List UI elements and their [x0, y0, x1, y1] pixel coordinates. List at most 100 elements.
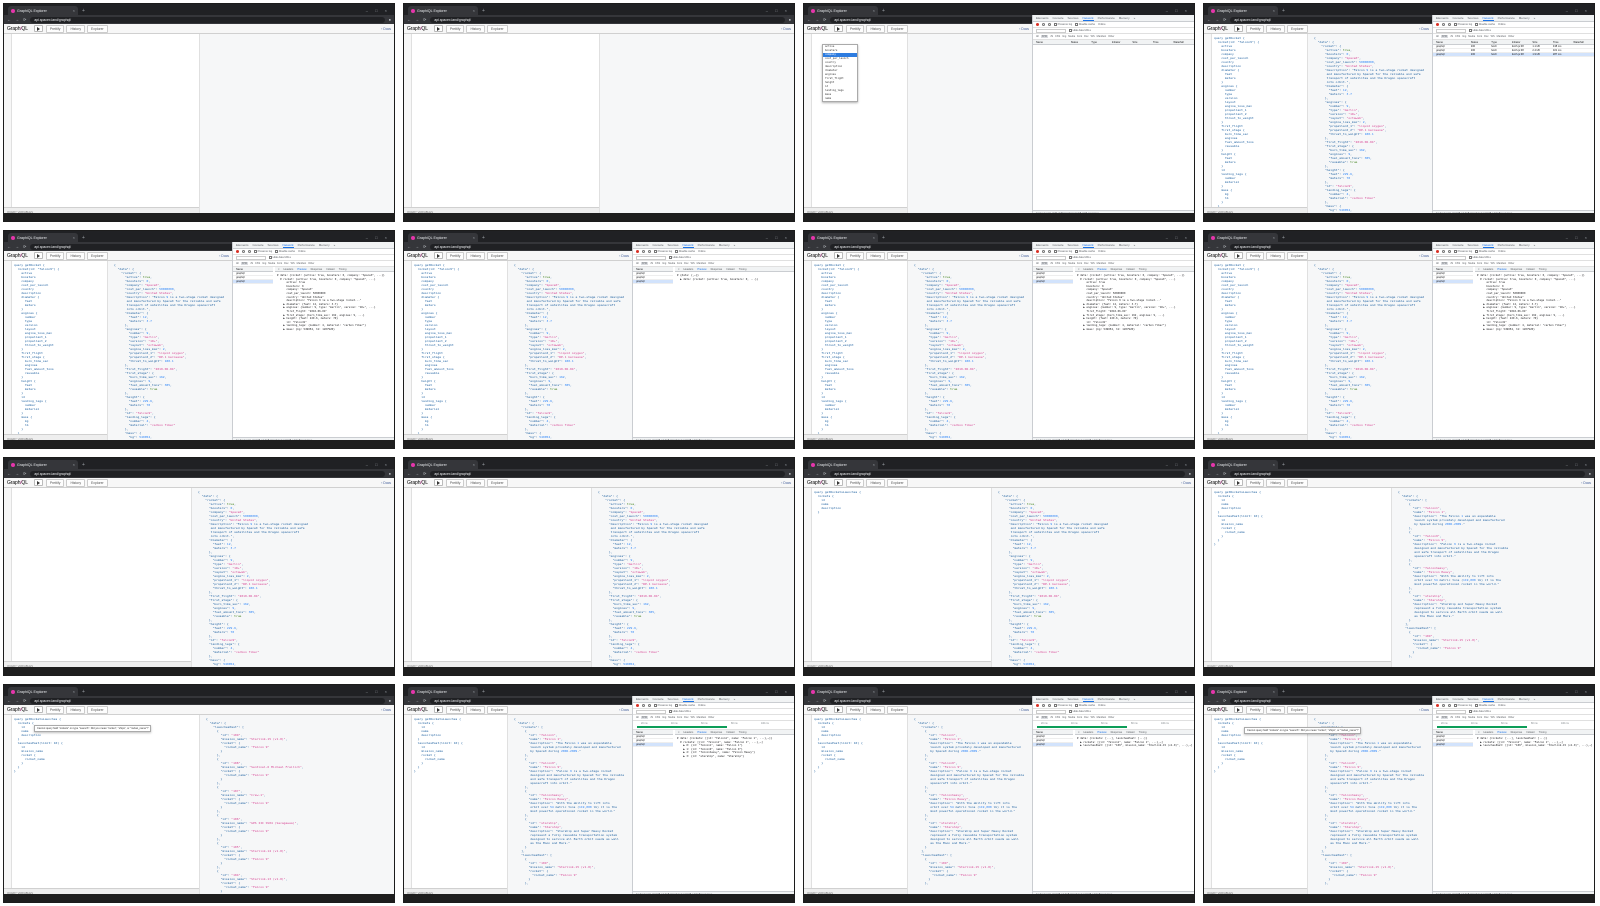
- explorer-button[interactable]: Explorer: [1287, 705, 1308, 714]
- prettify-button[interactable]: Prettify: [445, 705, 465, 714]
- detail-tab[interactable]: Preview: [1097, 268, 1106, 271]
- window-controls[interactable]: – □ ×: [1566, 8, 1590, 13]
- reload-icon[interactable]: ⟳: [823, 698, 826, 703]
- close-tab-icon[interactable]: ×: [873, 689, 875, 694]
- detail-tab[interactable]: Headers: [684, 731, 694, 734]
- record-icon[interactable]: [1036, 704, 1039, 707]
- type-filter[interactable]: Img: [1062, 716, 1066, 719]
- clear-icon[interactable]: [1042, 250, 1045, 253]
- detail-tab[interactable]: Preview: [297, 268, 306, 271]
- detail-tab[interactable]: ×: [678, 731, 680, 734]
- query-text[interactable]: query getRocketsLaunches { rockets { id …: [814, 717, 905, 773]
- execute-query-button[interactable]: [433, 706, 443, 713]
- type-filter[interactable]: CSS: [1055, 262, 1060, 265]
- clear-icon[interactable]: [642, 704, 645, 707]
- column-header[interactable]: Name: [1436, 268, 1443, 271]
- detail-tab[interactable]: ×: [1078, 731, 1080, 734]
- forward-icon[interactable]: →: [15, 244, 19, 249]
- prettify-button[interactable]: Prettify: [1245, 478, 1265, 487]
- reload-icon[interactable]: ⟳: [23, 471, 26, 476]
- browser-tab[interactable]: GraphiQL Explorer ×: [808, 687, 878, 696]
- type-filter[interactable]: Font: [277, 262, 282, 265]
- history-button[interactable]: History: [66, 24, 86, 33]
- disable-cache-checkbox[interactable]: [1075, 704, 1078, 707]
- execute-query-button[interactable]: [33, 479, 43, 486]
- window-controls[interactable]: – □ ×: [366, 8, 390, 13]
- type-filter[interactable]: Manifest: [1097, 716, 1106, 719]
- devtools-tab[interactable]: Network: [1482, 16, 1494, 21]
- type-filter[interactable]: XHR: [240, 262, 249, 265]
- forward-icon[interactable]: →: [1215, 244, 1219, 249]
- type-filter[interactable]: Manifest: [697, 716, 706, 719]
- devtools-tab[interactable]: Network: [1082, 243, 1094, 248]
- back-icon[interactable]: ←: [7, 17, 11, 22]
- devtools-tab[interactable]: Console: [253, 243, 264, 247]
- new-tab-icon[interactable]: +: [882, 235, 885, 241]
- new-tab-icon[interactable]: +: [1282, 235, 1285, 241]
- type-filter[interactable]: CSS: [655, 262, 660, 265]
- preview-line[interactable]: ▶ data: {rocket: {active: true, boosters…: [677, 278, 793, 282]
- preserve-log-checkbox[interactable]: [1054, 704, 1057, 707]
- window-controls[interactable]: – □ ×: [1166, 462, 1190, 467]
- type-filter[interactable]: Font: [1477, 716, 1482, 719]
- docs-button[interactable]: ‹ Docs: [1019, 27, 1029, 31]
- detail-tab[interactable]: Response: [311, 268, 323, 271]
- devtools-tab[interactable]: Elements: [1036, 697, 1049, 701]
- execute-query-button[interactable]: [433, 479, 443, 486]
- forward-icon[interactable]: →: [415, 244, 419, 249]
- devtools-tab[interactable]: Sources: [1468, 16, 1479, 20]
- hide-data-urls-checkbox[interactable]: [1069, 29, 1072, 32]
- docs-button[interactable]: ‹ Docs: [381, 27, 391, 31]
- detail-tab[interactable]: Initiator: [1126, 268, 1135, 271]
- reload-icon[interactable]: ⟳: [23, 17, 26, 22]
- prettify-button[interactable]: Prettify: [45, 705, 65, 714]
- prettify-button[interactable]: Prettify: [45, 478, 65, 487]
- close-tab-icon[interactable]: ×: [473, 235, 475, 240]
- detail-tab[interactable]: Headers: [284, 268, 294, 271]
- devtools-tab[interactable]: Console: [653, 243, 664, 247]
- devtools-tab[interactable]: Memory: [1519, 697, 1530, 701]
- window-controls[interactable]: – □ ×: [1166, 8, 1190, 13]
- column-header[interactable]: Name: [636, 731, 643, 734]
- disable-cache-checkbox[interactable]: [1475, 704, 1478, 707]
- detail-tab[interactable]: Timing: [1139, 731, 1147, 734]
- type-filter[interactable]: All: [636, 716, 639, 719]
- type-filter[interactable]: Media: [268, 262, 275, 265]
- browser-tab[interactable]: GraphiQL Explorer ×: [808, 6, 878, 15]
- type-filter[interactable]: Img: [662, 716, 666, 719]
- type-filter[interactable]: Font: [1077, 716, 1082, 719]
- type-filter[interactable]: CSS: [655, 716, 660, 719]
- type-filter[interactable]: CSS: [1055, 716, 1060, 719]
- execute-query-button[interactable]: [1233, 25, 1243, 32]
- new-tab-icon[interactable]: +: [882, 8, 885, 14]
- execute-query-button[interactable]: [1233, 479, 1243, 486]
- clear-icon[interactable]: [1442, 23, 1445, 26]
- back-icon[interactable]: ←: [407, 17, 411, 22]
- detail-tab[interactable]: Timing: [1139, 268, 1147, 271]
- detail-tab[interactable]: Headers: [1084, 268, 1094, 271]
- type-filter[interactable]: Manifest: [1497, 35, 1506, 38]
- window-controls[interactable]: – □ ×: [366, 462, 390, 467]
- query-text[interactable]: query getRocket { rocket(id: "falcon9") …: [1214, 36, 1305, 212]
- detail-tab[interactable]: Preview: [1497, 731, 1506, 734]
- detail-tab[interactable]: ×: [278, 268, 280, 271]
- disable-cache-checkbox[interactable]: [1075, 250, 1078, 253]
- column-header[interactable]: Type: [1491, 41, 1512, 44]
- browser-tab[interactable]: GraphiQL Explorer ×: [8, 6, 78, 15]
- query-editor[interactable]: query getRocket { rocket(id: "falcon9") …: [804, 261, 907, 442]
- type-filter[interactable]: XHR: [1440, 262, 1449, 265]
- query-text[interactable]: query getRocketsLaunches { rockets { id …: [1214, 717, 1305, 773]
- detail-tab[interactable]: ×: [1478, 268, 1480, 271]
- type-filter[interactable]: Font: [677, 716, 682, 719]
- devtools-tab[interactable]: Performance: [698, 243, 715, 247]
- devtools-tab[interactable]: Network: [1482, 243, 1494, 248]
- type-filter[interactable]: Other: [708, 262, 714, 265]
- clear-icon[interactable]: [1442, 704, 1445, 707]
- execute-query-button[interactable]: [833, 25, 843, 32]
- search-icon[interactable]: [1048, 23, 1051, 26]
- column-header[interactable]: Type: [1091, 41, 1112, 44]
- type-filter[interactable]: Manifest: [1097, 262, 1106, 265]
- window-controls[interactable]: – □ ×: [366, 235, 390, 240]
- record-icon[interactable]: [636, 704, 639, 707]
- type-filter[interactable]: Manifest: [697, 262, 706, 265]
